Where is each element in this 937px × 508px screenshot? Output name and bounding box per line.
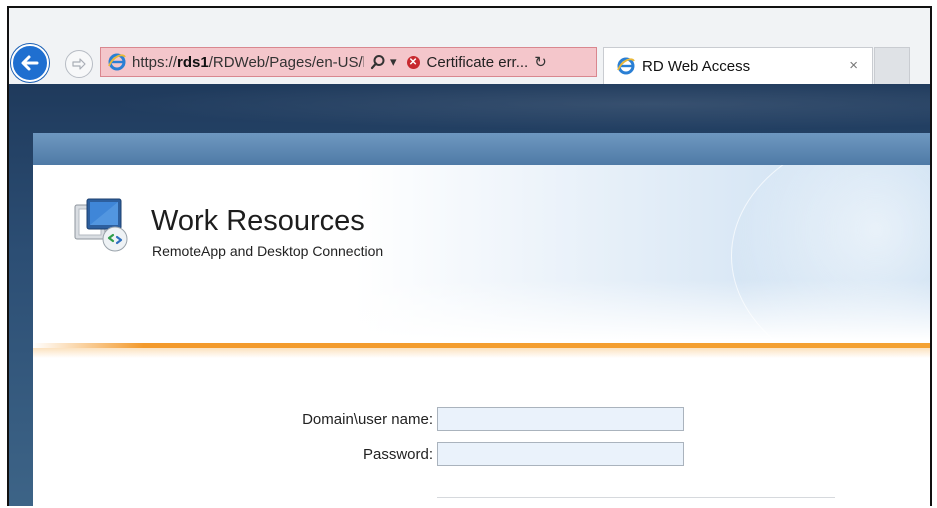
forward-arrow-icon (72, 58, 86, 70)
login-panel: Work Resources RemoteApp and Desktop Con… (33, 133, 930, 506)
form-divider (437, 497, 835, 498)
username-label: Domain\user name: (302, 410, 433, 428)
back-button[interactable] (11, 44, 49, 82)
back-arrow-icon (21, 55, 39, 71)
ie-icon (108, 53, 126, 71)
new-tab-button[interactable] (874, 47, 910, 84)
password-field[interactable] (437, 442, 684, 466)
certificate-error-label: Certificate err... (426, 53, 529, 71)
page-title: Work Resources (151, 205, 365, 237)
username-field[interactable] (437, 407, 684, 431)
ie-icon (617, 57, 635, 75)
url-text[interactable]: https://rds1/RDWeb/Pages/en-US/l (132, 54, 364, 71)
certificate-error-button[interactable]: ✕ Certificate err... (406, 53, 529, 71)
search-icon (370, 55, 385, 70)
search-dropdown-icon[interactable]: ▾ (390, 55, 397, 70)
search-button[interactable]: ▾ (370, 54, 397, 70)
browser-window: https://rds1/RDWeb/Pages/en-US/l ▾ ✕ Cer… (7, 6, 932, 506)
browser-toolbar: https://rds1/RDWeb/Pages/en-US/l ▾ ✕ Cer… (9, 8, 930, 84)
tab-rd-web-access[interactable]: RD Web Access × (603, 47, 873, 84)
username-row: Domain\user name: (288, 407, 684, 431)
password-row: Password: (288, 442, 684, 466)
remote-desktop-logo-icon (74, 198, 128, 252)
address-bar[interactable]: https://rds1/RDWeb/Pages/en-US/l ▾ ✕ Cer… (100, 47, 597, 77)
panel-header-bar (33, 133, 930, 165)
page-subtitle: RemoteApp and Desktop Connection (152, 243, 384, 259)
refresh-icon[interactable]: ↻ (534, 53, 547, 71)
forward-button[interactable] (65, 50, 93, 78)
error-icon: ✕ (406, 55, 420, 69)
tab-title: RD Web Access (642, 57, 751, 75)
password-label: Password: (362, 445, 433, 463)
close-tab-icon[interactable]: × (849, 57, 858, 74)
